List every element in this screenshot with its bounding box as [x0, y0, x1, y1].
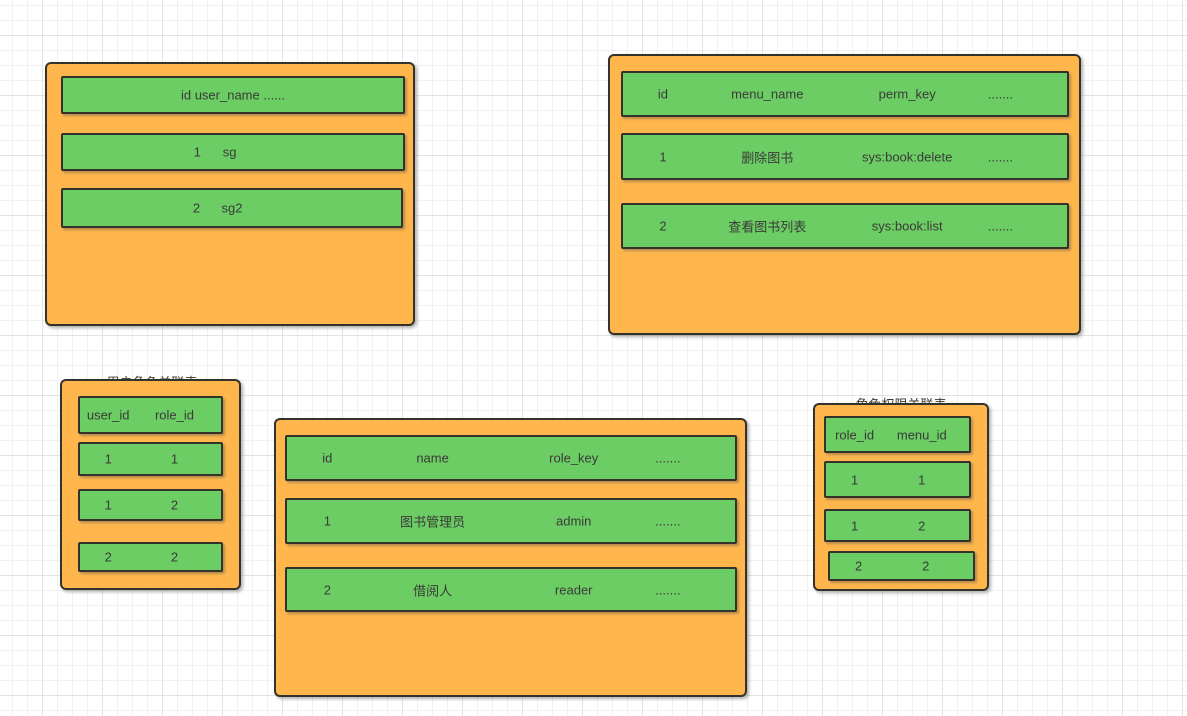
table-row[interactable]: 2 借阅人 reader .......	[285, 567, 737, 612]
row-cell: role_id	[835, 427, 875, 442]
table-row[interactable]: 2 sg2	[61, 188, 403, 228]
row-cell: name	[416, 450, 449, 466]
row-cell: 2	[170, 549, 179, 565]
row-cell: 1	[850, 472, 859, 487]
row-cell: 2	[323, 582, 331, 597]
row-cell: user_id	[86, 407, 130, 423]
table-row[interactable]: 1 图书管理员 admin .......	[285, 498, 737, 544]
row-cell: 2	[854, 558, 863, 574]
row-cell: .......	[987, 218, 1014, 234]
table-box-user-role[interactable]: user_id role_id 1 1 1 2 2 2	[60, 379, 241, 590]
row-cell: menu_id	[896, 427, 947, 442]
table-row-role-menu-header[interactable]: role_id menu_id	[824, 416, 971, 453]
row-cell: 2	[659, 218, 667, 234]
table-row[interactable]: 1 2	[824, 509, 971, 542]
row-cell: admin	[556, 513, 592, 529]
row-cell: id user_name ......	[180, 87, 286, 103]
row-cell: reader	[554, 582, 593, 597]
row-cell: 2	[192, 200, 201, 216]
table-row[interactable]: 1 2	[78, 489, 223, 521]
row-cell: 1	[104, 497, 112, 513]
row-cell: .......	[987, 149, 1014, 164]
table-row[interactable]: 1 删除图书 sys:book:delete .......	[621, 133, 1069, 180]
table-row[interactable]: 1 1	[824, 461, 971, 498]
table-box-role[interactable]: id name role_key ....... 1 图书管理员 admin .…	[274, 418, 747, 697]
table-row[interactable]: 1 1	[78, 442, 223, 476]
row-cell: sys:book:list	[871, 218, 943, 234]
table-row[interactable]: 2 2	[828, 551, 975, 581]
row-cell: .......	[987, 86, 1014, 102]
table-box-user[interactable]: id user_name ...... 1 sg 2 sg2	[45, 62, 415, 326]
row-cell: role_id	[154, 407, 194, 423]
table-row[interactable]: 2 查看图书列表 sys:book:list .......	[621, 203, 1069, 249]
row-cell: 1	[323, 513, 331, 529]
row-cell: 2	[170, 497, 179, 513]
row-cell: sg	[222, 144, 237, 160]
table-box-menu[interactable]: id menu_name perm_key ....... 1 删除图书 sys…	[608, 54, 1081, 335]
row-cell: 1	[193, 144, 201, 160]
table-row-role-header[interactable]: id name role_key .......	[285, 435, 737, 481]
diagram-canvas[interactable]: 用户表 user id user_name ...... 1 sg 2 sg2 …	[0, 0, 1187, 716]
row-cell: .......	[655, 513, 681, 529]
row-cell: 1	[104, 451, 112, 467]
row-cell: 1	[918, 472, 926, 487]
row-cell: perm_key	[878, 86, 936, 102]
row-cell: .......	[655, 450, 681, 466]
row-cell: sg2	[221, 200, 243, 216]
row-cell: 删除图书	[741, 150, 794, 165]
table-row-user-header[interactable]: id user_name ......	[61, 76, 405, 114]
row-cell: 2	[922, 558, 930, 574]
row-cell: .......	[655, 582, 681, 597]
row-cell: role_key	[549, 450, 599, 466]
row-cell: menu_name	[731, 86, 804, 102]
row-cell: sys:book:delete	[861, 149, 953, 164]
row-cell: 1	[659, 149, 667, 164]
row-cell: 借阅人	[413, 583, 453, 598]
row-cell: 1	[170, 451, 179, 467]
row-cell: 查看图书列表	[728, 219, 807, 235]
table-row-user-role-header[interactable]: user_id role_id	[78, 396, 223, 434]
row-cell: 2	[104, 549, 112, 565]
table-row[interactable]: 1 sg	[61, 133, 405, 171]
table-box-role-menu[interactable]: role_id menu_id 1 1 1 2 2 2	[813, 403, 989, 591]
row-cell: id	[322, 450, 333, 466]
table-row[interactable]: 2 2	[78, 542, 223, 572]
row-cell: id	[657, 86, 669, 102]
table-row-menu-header[interactable]: id menu_name perm_key .......	[621, 71, 1069, 117]
row-cell: 2	[918, 518, 926, 533]
row-cell: 图书管理员	[400, 514, 466, 530]
row-cell: 1	[850, 518, 859, 533]
